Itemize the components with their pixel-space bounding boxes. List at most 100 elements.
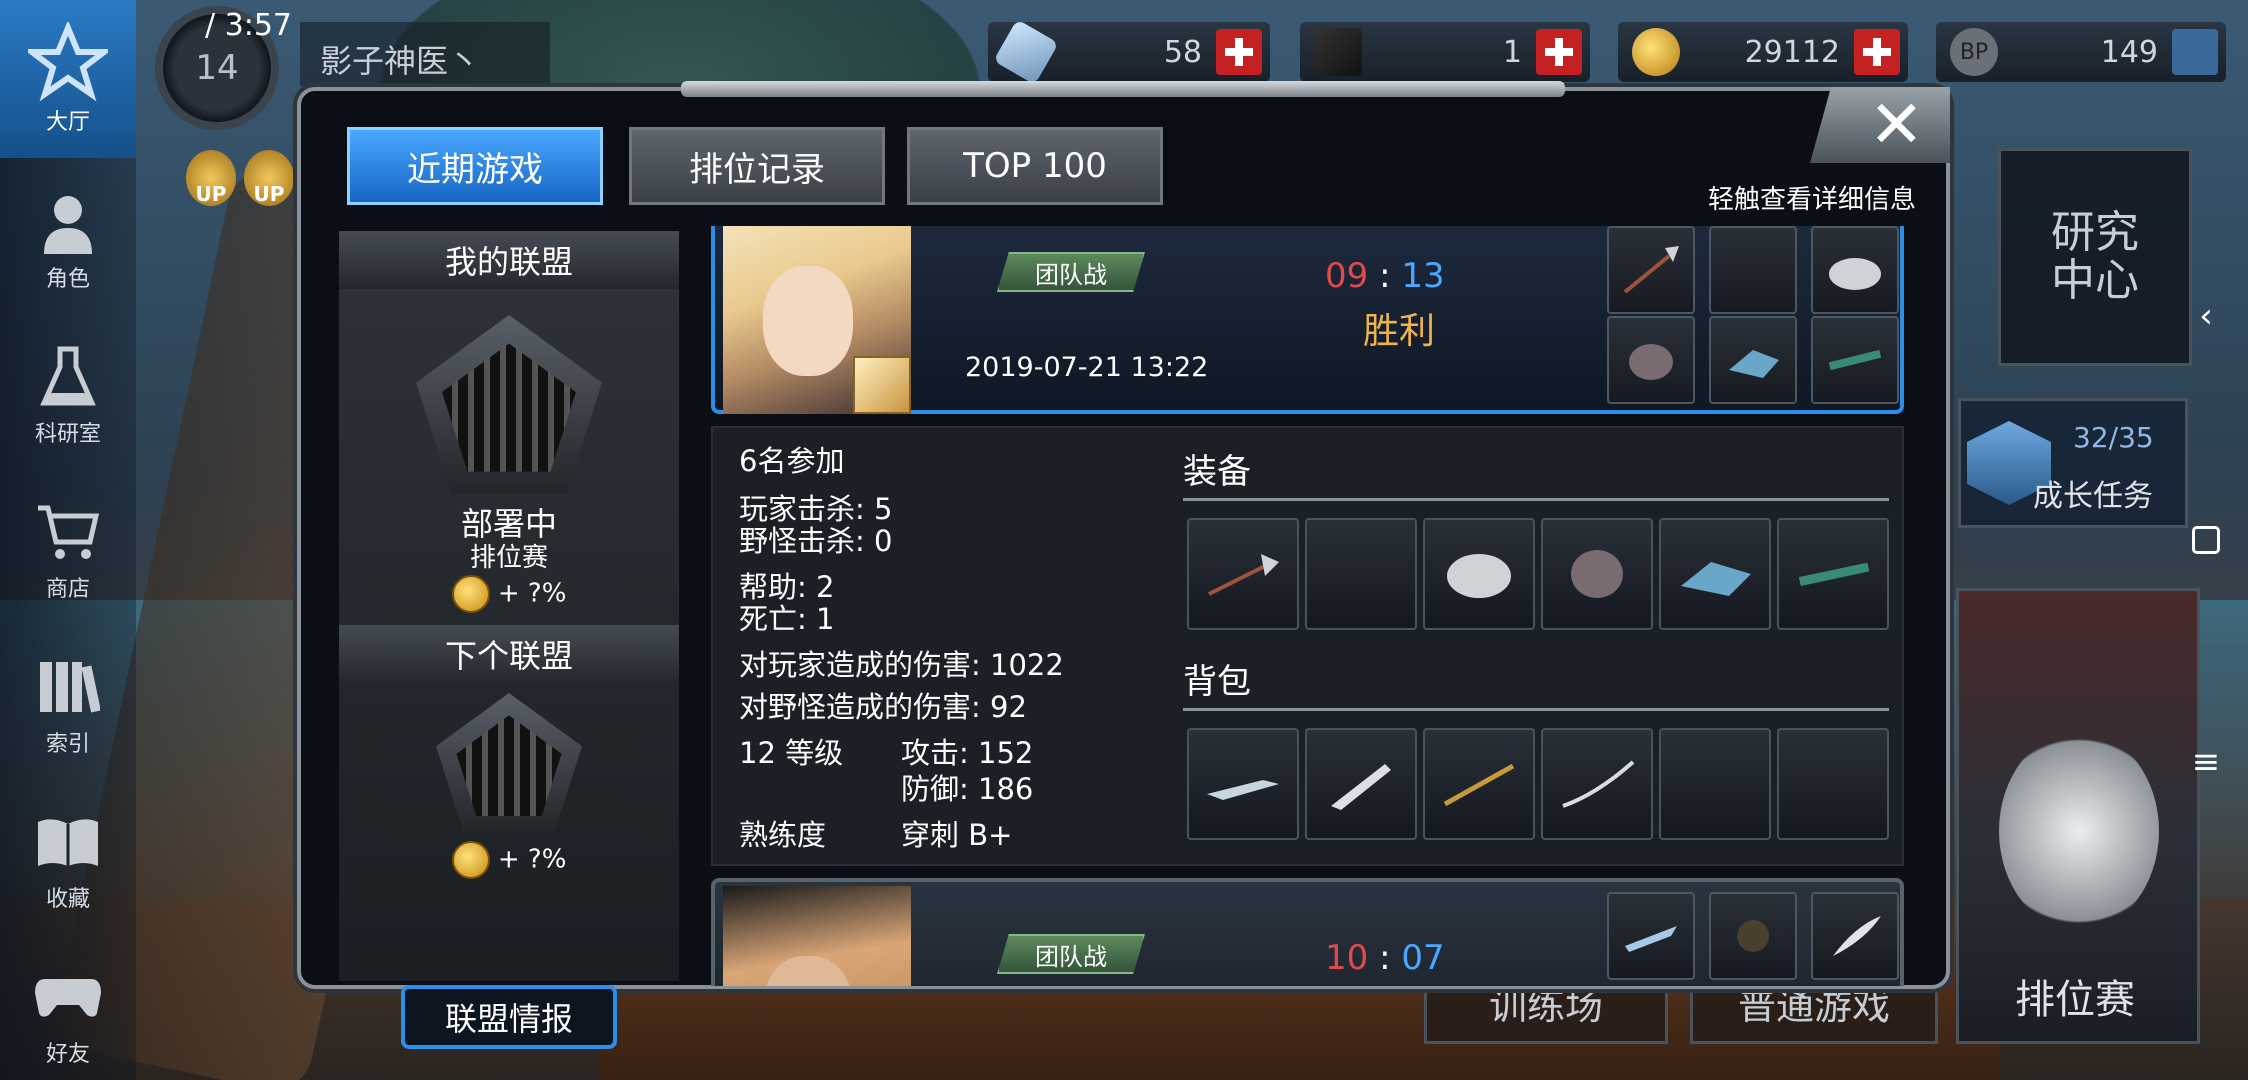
gold-value: 29112 — [1744, 34, 1840, 70]
alliance-info-button[interactable]: 联盟情报 — [401, 985, 617, 1049]
blades-icon — [1625, 926, 1677, 952]
nav-index-label: 索引 — [45, 732, 90, 757]
item-slot — [1811, 226, 1899, 314]
score-separator: : — [1379, 256, 1391, 296]
ranked-mode-card[interactable]: 排位赛 — [1956, 588, 2200, 1044]
equipment-slot[interactable] — [1423, 518, 1535, 630]
equipment-slot[interactable] — [1777, 518, 1889, 630]
bp-label: BP — [1959, 39, 1989, 65]
research-center-button[interactable]: 研究 中心 — [1998, 148, 2192, 366]
match-card[interactable]: 团队战 2019-07-21 13:22 09 : 13 胜利 — [711, 226, 1904, 414]
bp-card-icon[interactable] — [2172, 29, 2218, 75]
next-alliance-title: 下个联盟 — [339, 625, 679, 683]
nav-shop[interactable]: 商店 — [0, 480, 136, 620]
match-result: 胜利 — [1363, 311, 1436, 352]
item-slot — [1607, 316, 1695, 404]
resource-bp: BP 149 — [1936, 22, 2226, 82]
bag-divider — [1183, 708, 1889, 711]
up-label: UP — [195, 182, 227, 206]
bonus-text: + ?% — [497, 844, 567, 875]
alliance-bonus: + ?% — [339, 575, 679, 613]
clock: / 3:57 — [205, 8, 293, 43]
nav-friends[interactable]: 好友 — [0, 945, 136, 1080]
gold-coin-icon — [451, 841, 490, 879]
monster-damage: 对野怪造成的伤害: 92 — [739, 690, 1027, 724]
score-separator: : — [1379, 938, 1391, 978]
research-center-label: 研究 中心 — [2051, 206, 2139, 306]
nav-character-label: 角色 — [45, 267, 90, 292]
item-slot — [1811, 892, 1899, 980]
match-score: 09 : 13 — [1325, 256, 1445, 296]
proficiency-value: 穿刺 B+ — [901, 818, 1013, 852]
close-button[interactable]: ✕ — [1810, 87, 1950, 163]
crystal-icon — [993, 19, 1059, 85]
helmet-icon — [1737, 920, 1769, 952]
blue-score: 07 — [1401, 938, 1445, 978]
nav-lobby[interactable]: 大厅 — [0, 0, 136, 158]
bag-title: 背包 — [1183, 662, 1251, 702]
mode-badge: 团队战 — [997, 252, 1145, 292]
alliance-panel: 我的联盟 部署中 排位赛 + ?% 下个联盟 + ?% 联盟情报 — [339, 231, 679, 1049]
nav-collection[interactable]: 收藏 — [0, 790, 136, 930]
alliance-type: 排位赛 — [469, 543, 548, 573]
my-alliance-title: 我的联盟 — [339, 231, 679, 289]
up-icon[interactable]: UP — [244, 150, 294, 206]
bag-slot-empty[interactable] — [1659, 728, 1771, 840]
growth-task-progress: 32/35 — [2073, 421, 2154, 454]
bp-value: 149 — [2100, 34, 2158, 70]
match-date: 2019-07-21 13:22 — [965, 352, 1209, 383]
bag-slot[interactable] — [1423, 728, 1535, 840]
tab-top-100[interactable]: TOP 100 — [907, 127, 1163, 205]
match-list[interactable]: 团队战 2019-07-21 13:22 09 : 13 胜利 6名参加 玩家击… — [711, 226, 1906, 986]
gauntlet-icon — [1729, 350, 1779, 378]
equipment-title: 装备 — [1183, 452, 1251, 492]
lobby-star-icon — [28, 22, 108, 102]
rifle-icon — [1798, 562, 1870, 586]
growth-task-button[interactable]: 32/35 成长任务 — [1958, 398, 2188, 528]
staff-icon — [1443, 763, 1515, 807]
red-score: 09 — [1325, 256, 1369, 296]
nav-lab-label: 科研室 — [34, 422, 101, 447]
monster-kills: 野怪击杀: 0 — [739, 524, 893, 558]
character-face — [763, 266, 853, 376]
back-nav-icon[interactable]: ‹ — [2188, 296, 2224, 336]
equipment-slot[interactable] — [1187, 518, 1299, 630]
home-nav-icon[interactable] — [2188, 522, 2224, 558]
add-crystal-button[interactable] — [1216, 29, 1262, 75]
add-ticket-button[interactable] — [1536, 29, 1582, 75]
tab-rank-records[interactable]: 排位记录 — [629, 127, 885, 205]
equipment-slot[interactable] — [1659, 518, 1771, 630]
item-slot-empty — [1709, 226, 1797, 314]
bag-slot[interactable] — [1541, 728, 1653, 840]
up-label: UP — [253, 182, 285, 206]
ticket-value: 1 — [1502, 34, 1522, 70]
bag-slot-empty[interactable] — [1777, 728, 1889, 840]
bag-slot[interactable] — [1187, 728, 1299, 840]
left-navigation: 大厅 角色 科研室 商店 索引 收藏 好友 — [0, 0, 136, 1080]
gamepad-icon — [33, 962, 103, 1032]
nav-index[interactable]: 索引 — [0, 635, 136, 775]
alliance-info-label: 联盟情报 — [444, 1000, 573, 1038]
tap-hint: 轻触查看详细信息 — [1707, 185, 1916, 215]
match-card[interactable]: 团队战 10 : 07 — [711, 878, 1904, 986]
ranked-character-art — [1999, 731, 2159, 931]
nav-shop-label: 商店 — [45, 577, 90, 602]
spear-icon — [1623, 246, 1679, 294]
nav-lab[interactable]: 科研室 — [0, 325, 136, 465]
character-portrait — [723, 886, 911, 986]
equipment-slot[interactable] — [1541, 518, 1653, 630]
armor-icon — [1571, 550, 1623, 598]
feather-icon — [1833, 916, 1881, 956]
player-name[interactable]: 影子神医丶 — [300, 22, 550, 86]
open-book-icon — [33, 807, 103, 877]
nav-character[interactable]: 角色 — [0, 170, 136, 310]
add-gold-button[interactable] — [1854, 29, 1900, 75]
item-slot — [1811, 316, 1899, 404]
equipment-slot-empty[interactable] — [1305, 518, 1417, 630]
bag-slot[interactable] — [1305, 728, 1417, 840]
tab-recent-games[interactable]: 近期游戏 — [347, 127, 603, 205]
up-icon[interactable]: UP — [186, 150, 236, 206]
menu-nav-icon[interactable]: ≡ — [2188, 742, 2224, 782]
katana-icon — [1562, 760, 1635, 808]
player-level: 14 — [195, 48, 239, 88]
